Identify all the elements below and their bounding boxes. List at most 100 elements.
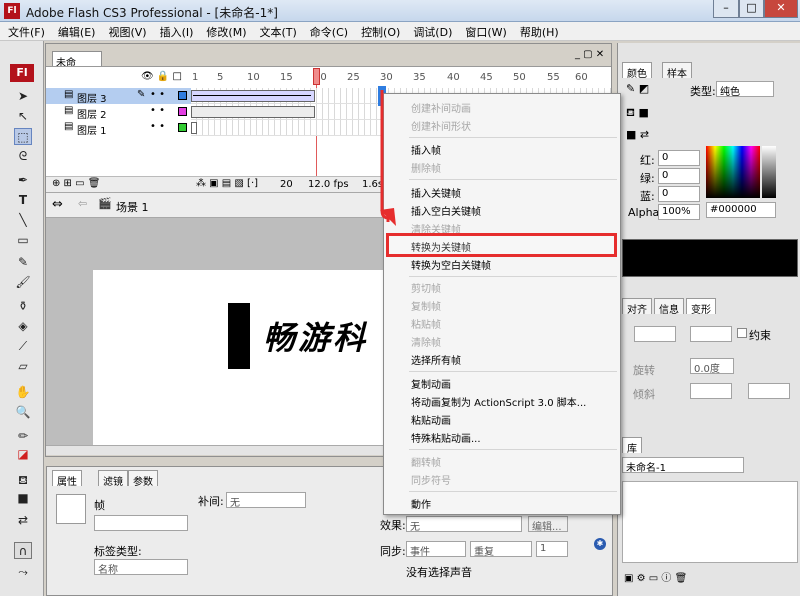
brush-tool-icon[interactable]: 🖌 — [14, 274, 32, 291]
menu-help[interactable]: 帮助(H) — [512, 22, 564, 40]
menu-item-reverse-frames[interactable]: 翻转帧 — [411, 454, 441, 469]
tab-filters[interactable]: 滤镜 — [98, 470, 128, 488]
tab-align[interactable]: 对齐 — [622, 298, 652, 316]
line-tool-icon[interactable]: ╲ — [14, 212, 32, 229]
menu-item-select-all-frames[interactable]: 选择所有帧 — [411, 352, 461, 367]
menu-control[interactable]: 控制(O) — [353, 22, 405, 40]
menu-text[interactable]: 文本(T) — [251, 22, 301, 40]
brightness-slider[interactable] — [762, 146, 776, 198]
green-input[interactable]: 0 — [658, 168, 700, 184]
swap-colors-icon[interactable]: ■ ⇄ — [626, 128, 649, 141]
lasso-tool-icon[interactable]: ᘓ — [14, 148, 32, 165]
tween-select[interactable]: 无 — [226, 492, 306, 509]
help-icon[interactable]: ✱ — [594, 538, 606, 550]
layer-buttons-icon[interactable]: ⊕ ⊞ ▭ 🗑 — [52, 178, 100, 189]
edit-button[interactable]: 编辑... — [528, 516, 568, 533]
subselection-tool-icon[interactable]: ↖ — [14, 108, 32, 125]
menu-item-paste-motion[interactable]: 粘贴动画 — [411, 412, 451, 427]
onion-skin-icons[interactable]: ⁂ ▣ ▤ ▧ [·] — [196, 178, 258, 189]
menu-modify[interactable]: 修改(M) — [198, 22, 251, 40]
minimize-button[interactable]: – — [713, 0, 739, 18]
menu-item-copy-motion[interactable]: 复制动画 — [411, 376, 451, 391]
menu-item-insert-keyframe[interactable]: 插入关键帧 — [411, 185, 461, 200]
sync-repeat-select[interactable]: 重复 — [470, 541, 532, 558]
scale-width-input[interactable] — [634, 326, 676, 342]
zoom-tool-icon[interactable]: 🔍 — [14, 404, 32, 421]
sync-event-select[interactable]: 事件 — [406, 541, 466, 558]
menu-insert[interactable]: 插入(I) — [152, 22, 199, 40]
menu-item-copy-motion-as-as3[interactable]: 将动画复制为 ActionScript 3.0 脚本... — [411, 394, 586, 409]
calligraphy-text[interactable]: 畅游科 — [263, 313, 368, 359]
maximize-button[interactable]: □ — [739, 0, 764, 18]
scale-height-input[interactable] — [690, 326, 732, 342]
eraser-tool-icon[interactable]: ▱ — [14, 358, 32, 375]
menu-item-insert-blank-keyframe[interactable]: 插入空白关键帧 — [411, 203, 481, 218]
eyedropper-tool-icon[interactable]: ⟋ — [14, 338, 32, 355]
menu-commands[interactable]: 命令(C) — [302, 22, 353, 40]
frame-span[interactable] — [191, 106, 315, 118]
fill-none-icon[interactable]: ◪ — [14, 446, 32, 463]
paint-bucket-tool-icon[interactable]: ◈ — [14, 318, 32, 335]
rotate-input[interactable]: 0.0度 — [690, 358, 734, 375]
close-button[interactable]: ✕ — [764, 0, 798, 18]
layer-row[interactable]: ▤ 图层 3 ✎ • • — [46, 88, 191, 105]
blue-input[interactable]: 0 — [658, 186, 700, 202]
frame-name-input[interactable] — [94, 515, 188, 531]
keyframe-cell[interactable] — [191, 122, 197, 134]
tab-swatches[interactable]: 样本 — [662, 62, 692, 80]
menu-item-copy-frames[interactable]: 复制帧 — [411, 298, 441, 313]
menu-file[interactable]: 文件(F) — [0, 22, 50, 40]
menu-item-paste-frames[interactable]: 粘贴帧 — [411, 316, 441, 331]
black-white-swatch-icon[interactable]: ■ — [14, 490, 32, 507]
menu-item-clear-frames[interactable]: 清除帧 — [411, 334, 441, 349]
menu-item-actions[interactable]: 動作 — [411, 496, 431, 511]
hex-input[interactable]: #000000 — [706, 202, 776, 218]
layer-row[interactable]: ▤ 图层 1 • • — [46, 120, 191, 137]
fill-color-icon[interactable]: ⛾ — [14, 472, 32, 489]
library-buttons-icon[interactable]: ▣ ⚙ ▭ ⓘ 🗑 — [624, 569, 687, 584]
free-transform-tool-icon[interactable]: ⬚ — [14, 128, 32, 145]
hand-tool-icon[interactable]: ✋ — [14, 384, 32, 401]
menu-debug[interactable]: 调试(D) — [405, 22, 457, 40]
rectangle-tool-icon[interactable]: ▭ — [14, 232, 32, 249]
menu-item-paste-motion-special[interactable]: 特殊粘贴动画... — [411, 430, 481, 445]
library-list[interactable] — [622, 481, 798, 563]
tab-properties[interactable]: 属性 — [52, 470, 82, 488]
skew-v-input[interactable] — [748, 383, 790, 399]
black-rectangle-shape[interactable] — [228, 303, 250, 369]
menu-item-delete-frame[interactable]: 删除帧 — [411, 160, 441, 175]
menu-item-create-motion-tween[interactable]: 创建补间动画 — [411, 100, 471, 115]
label-type-select[interactable]: 名称 — [94, 559, 188, 576]
stroke-swatch-icon[interactable]: ✎ ◩ — [626, 82, 649, 95]
tab-library[interactable]: 库 — [622, 437, 642, 455]
menu-item-convert-to-blank-keyframe[interactable]: 转换为空白关键帧 — [411, 257, 491, 272]
color-spectrum[interactable] — [706, 146, 760, 198]
menu-window[interactable]: 窗口(W) — [457, 22, 511, 40]
repeat-count-input[interactable]: 1 — [536, 541, 568, 557]
text-tool-icon[interactable]: T — [14, 192, 32, 209]
menu-item-insert-frame[interactable]: 插入帧 — [411, 142, 441, 157]
motion-tween-span[interactable] — [191, 90, 315, 102]
fill-swatch-icon[interactable]: ⛾ ■ — [626, 106, 649, 121]
menu-item-synchronize-symbols[interactable]: 同步符号 — [411, 472, 451, 487]
timeline-layer-icons[interactable]: 👁 🔒 □ — [141, 71, 182, 82]
tab-transform[interactable]: 变形 — [686, 298, 716, 316]
color-type-select[interactable]: 纯色 — [716, 81, 774, 98]
effect-select[interactable]: 无 — [406, 516, 522, 533]
document-tab[interactable]: 未命名-1* — [52, 51, 102, 84]
playhead[interactable] — [313, 68, 320, 85]
scene-name[interactable]: 场景 1 — [116, 199, 149, 215]
menu-item-cut-frames[interactable]: 剪切帧 — [411, 280, 441, 295]
alpha-input[interactable]: 100% — [658, 204, 700, 220]
skew-h-input[interactable] — [690, 383, 732, 399]
tab-parameters[interactable]: 参数 — [128, 470, 158, 488]
selection-tool-icon[interactable]: ➤ — [14, 88, 32, 105]
timeline-toggle-icon[interactable]: ⇔ — [52, 197, 63, 212]
menu-view[interactable]: 视图(V) — [100, 22, 151, 40]
pen-tool-icon[interactable]: ✒ — [14, 172, 32, 189]
outline-color-icon[interactable] — [178, 107, 187, 116]
outline-color-icon[interactable] — [178, 123, 187, 132]
ink-bottle-tool-icon[interactable]: ⚱ — [14, 298, 32, 315]
pencil-tool-icon[interactable]: ✎ — [14, 254, 32, 271]
tab-color[interactable]: 颜色 — [622, 62, 652, 80]
